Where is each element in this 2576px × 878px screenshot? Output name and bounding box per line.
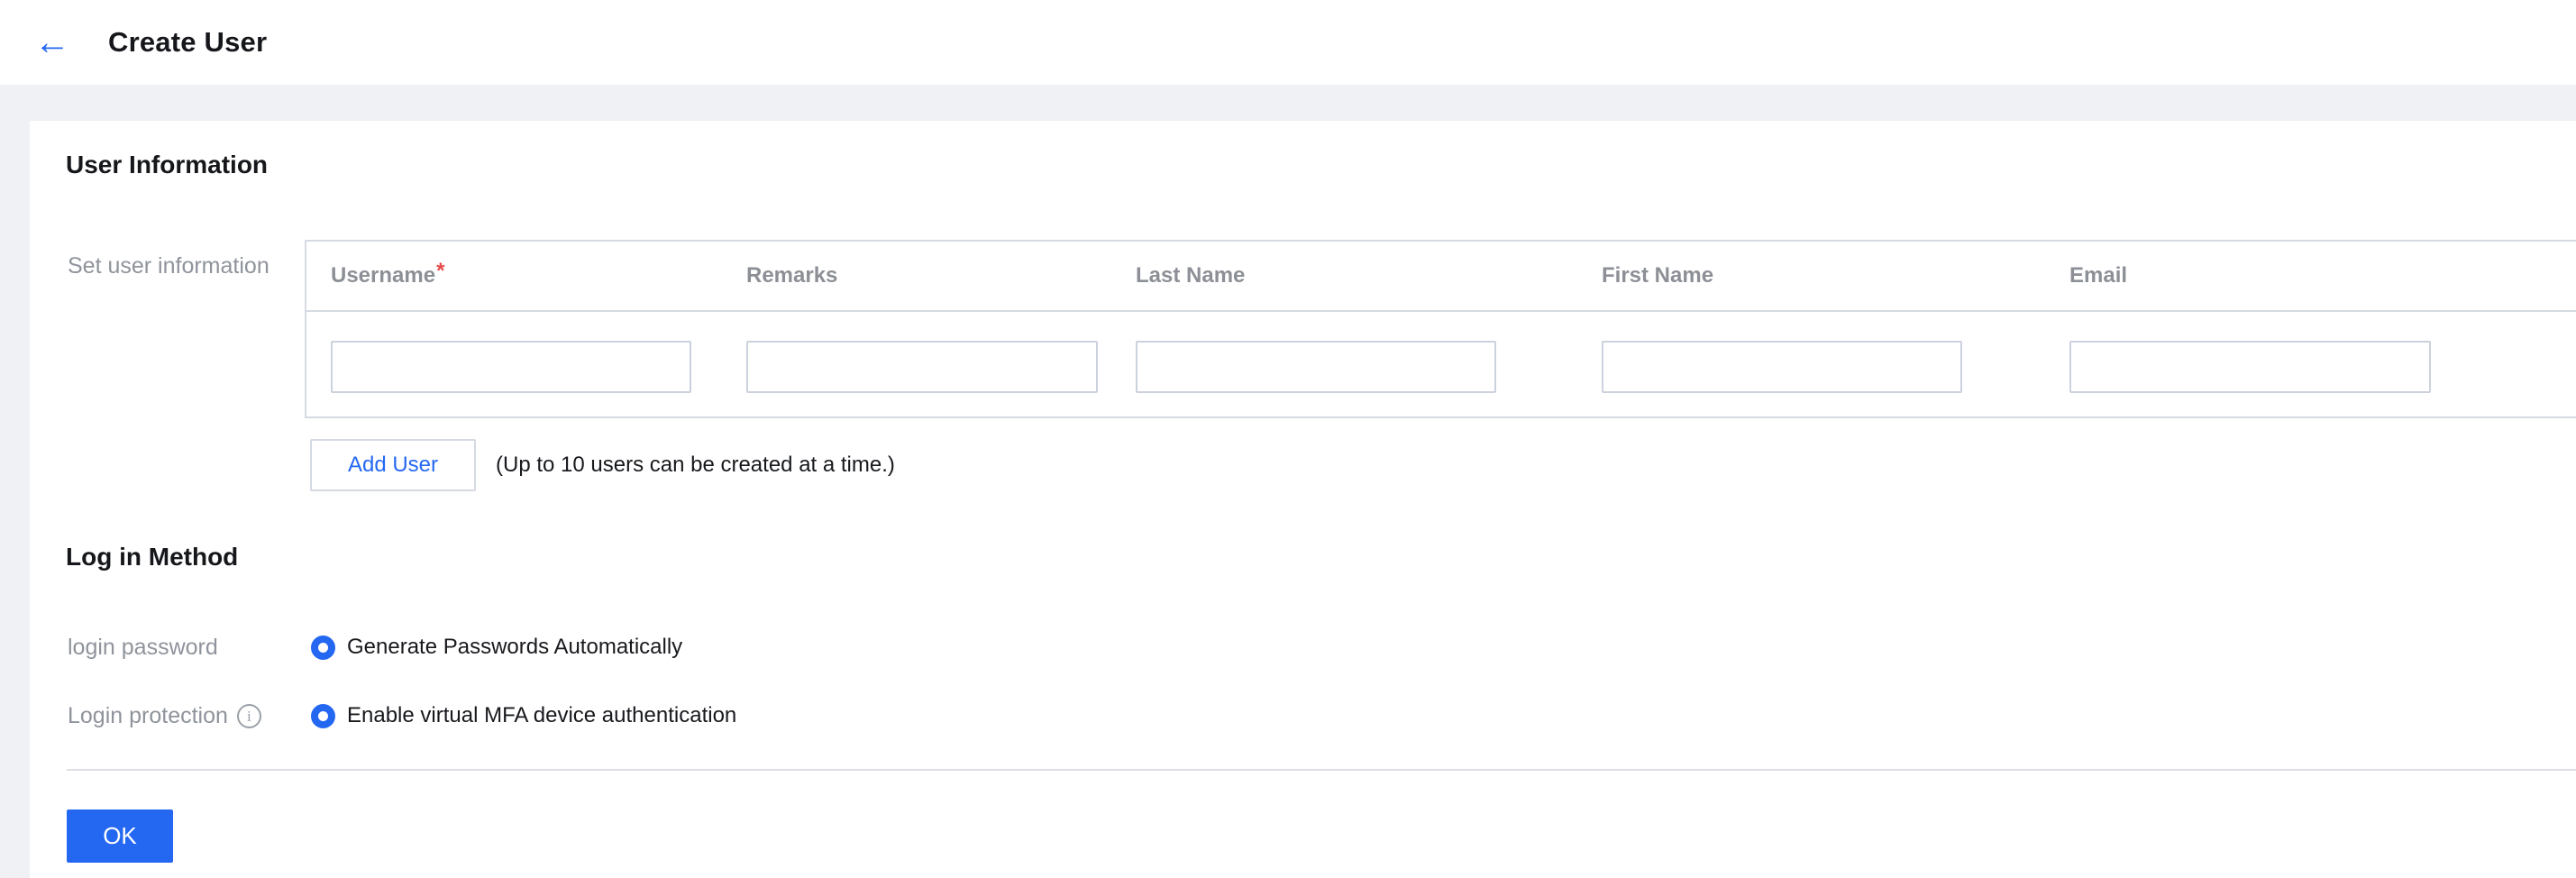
workspace-background: User Information Set user information Us… (0, 85, 2576, 878)
user-table-header: Username * Remarks Last Name First Name E… (306, 242, 2576, 312)
add-user-button[interactable]: Add User (310, 439, 476, 491)
generate-passwords-option-label[interactable]: Generate Passwords Automatically (347, 635, 682, 660)
ok-button[interactable]: OK (67, 809, 173, 863)
back-button[interactable]: ← (27, 0, 78, 85)
column-header-last-name: Last Name (1136, 263, 1246, 288)
username-input[interactable] (331, 341, 691, 393)
column-header-email: Email (2069, 263, 2128, 288)
create-user-page: ← Create User User Information Set user … (0, 0, 2576, 878)
set-user-information-label: Set user information (68, 253, 269, 279)
enable-mfa-radio[interactable] (311, 703, 335, 728)
page-title: Create User (108, 26, 268, 58)
section-divider (67, 769, 2576, 771)
enable-mfa-option-label[interactable]: Enable virtual MFA device authentication (347, 703, 736, 728)
back-arrow-icon: ← (34, 23, 70, 62)
email-input[interactable] (2069, 341, 2431, 393)
column-header-remarks: Remarks (746, 263, 838, 288)
form-card: User Information Set user information Us… (30, 121, 2576, 878)
section-title-login-method: Log in Method (66, 543, 239, 571)
last-name-input[interactable] (1136, 341, 1496, 393)
add-user-hint: (Up to 10 users can be created at a time… (496, 453, 895, 477)
section-title-user-information: User Information (66, 151, 269, 178)
login-protection-label: Login protection (68, 703, 228, 728)
first-name-input[interactable] (1602, 341, 1962, 393)
remarks-input[interactable] (746, 341, 1098, 393)
login-protection-row: Login protection i Enable virtual MFA de… (68, 701, 736, 730)
info-icon[interactable]: i (236, 703, 261, 728)
generate-passwords-radio[interactable] (311, 635, 335, 660)
login-password-row: login password Generate Passwords Automa… (68, 633, 682, 662)
user-table: Username * Remarks Last Name First Name E… (305, 240, 2576, 418)
column-header-first-name: First Name (1602, 263, 1714, 288)
column-header-username: Username * (331, 259, 445, 288)
top-bar: ← Create User (0, 0, 2576, 85)
login-password-label: login password (68, 635, 218, 660)
required-asterisk: * (436, 259, 445, 283)
